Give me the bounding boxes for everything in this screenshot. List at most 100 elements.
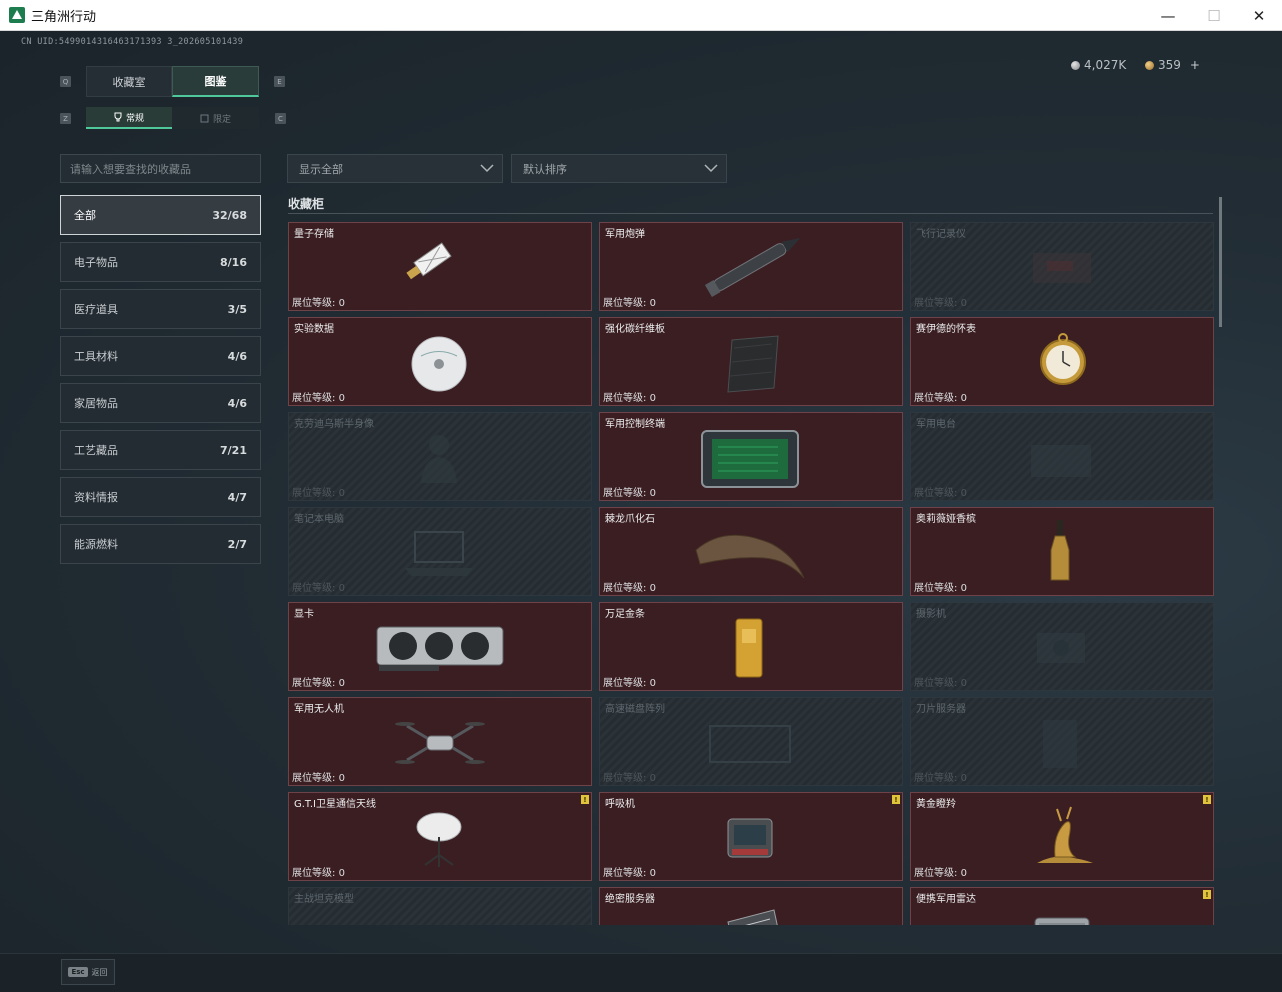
collection-grid: 量子存储 展位等级: 0 军用炮弹 展位等级: 0 飞行记录仪 展位等级: 0 实验数据 展位…	[288, 221, 1214, 925]
category-household[interactable]: 家居物品 4/6	[60, 383, 261, 423]
collection-card[interactable]: 刀片服务器展位等级: 0	[910, 697, 1214, 786]
item-name: 刀片服务器	[916, 704, 966, 715]
display-level: 展位等级: 0	[914, 864, 967, 879]
subtab-limited[interactable]: 限定	[172, 107, 259, 129]
collection-card[interactable]: 摄影机 展位等级: 0	[910, 602, 1214, 691]
display-level: 展位等级: 0	[914, 294, 967, 309]
collection-card[interactable]: 万足金条 展位等级: 0	[599, 602, 903, 691]
collection-card[interactable]: 军用无人机 展位等级: 0	[288, 697, 592, 786]
item-name: 量子存储	[294, 229, 334, 240]
collection-card[interactable]: 军用炮弹展位等级: 0	[599, 222, 903, 311]
minimize-icon[interactable]: —	[1145, 0, 1191, 31]
display-level: 展位等级: 0	[603, 294, 656, 309]
item-name: 军用炮弹	[605, 229, 645, 240]
subtab-normal[interactable]: 常规	[86, 107, 172, 129]
key-hint-c: C	[275, 113, 286, 124]
display-level: 展位等级: 0	[603, 769, 656, 784]
window-titlebar: 三角洲行动 — ☐ ✕	[0, 0, 1282, 31]
collection-card[interactable]: 笔记本电脑 展位等级: 0	[288, 507, 592, 596]
collection-card[interactable]: 量子存储 展位等级: 0	[288, 222, 592, 311]
item-name: 军用控制终端	[605, 419, 665, 430]
display-level: 展位等级: 0	[603, 864, 656, 879]
filter-show-dropdown[interactable]: 显示全部	[287, 154, 503, 183]
item-name: 便携军用雷达	[916, 894, 976, 905]
tab-collection-room[interactable]: 收藏室	[86, 66, 172, 97]
category-count: 4/6	[227, 396, 247, 410]
control-terminal-icon	[670, 417, 830, 495]
sort-dropdown[interactable]: 默认排序	[511, 154, 727, 183]
maximize-icon[interactable]: ☐	[1191, 0, 1237, 31]
category-medical[interactable]: 医疗道具 3/5	[60, 289, 261, 329]
collection-card[interactable]: 便携军用雷达展位等级: !	[910, 887, 1214, 925]
display-level-prefix: 展位等级:	[292, 488, 339, 499]
collection-card[interactable]: G.T.I卫星通信天线 展位等级: 0!	[288, 792, 592, 881]
item-name: 棘龙爪化石	[605, 514, 655, 525]
tab-catalog[interactable]: 图鉴	[172, 66, 259, 97]
key-hint-z: Z	[60, 113, 71, 124]
bottom-bar	[0, 953, 1282, 992]
display-level-prefix: 展位等级:	[292, 868, 339, 879]
disk-array-icon	[670, 702, 830, 780]
ventilator-icon	[670, 797, 830, 875]
item-name: 呼吸机	[605, 799, 635, 810]
display-level-prefix: 展位等级:	[292, 583, 339, 594]
category-crafts[interactable]: 工艺藏品 7/21	[60, 430, 261, 470]
close-icon[interactable]: ✕	[1236, 0, 1282, 31]
display-level-value: 0	[338, 298, 345, 309]
category-label: 电子物品	[74, 256, 118, 269]
collection-card[interactable]: 实验数据 展位等级: 0	[288, 317, 592, 406]
display-level-value: 0	[960, 393, 967, 404]
chevron-down-icon	[480, 164, 494, 173]
category-all[interactable]: 全部 32/68	[60, 195, 261, 235]
collection-card[interactable]: 奥莉薇娅香槟 展位等级: 0	[910, 507, 1214, 596]
display-level-value: 0	[960, 298, 967, 309]
category-tools[interactable]: 工具材料 4/6	[60, 336, 261, 376]
display-level-prefix: 展位等级:	[603, 298, 650, 309]
display-level-value: 0	[649, 868, 656, 879]
collection-card[interactable]: 绝密服务器展位等级:	[599, 887, 903, 925]
collection-card[interactable]: 飞行记录仪 展位等级: 0	[910, 222, 1214, 311]
currency-silver-value: 4,027K	[1084, 58, 1127, 72]
grid-scrollbar[interactable]	[1219, 197, 1222, 327]
category-fuel[interactable]: 能源燃料 2/7	[60, 524, 261, 564]
item-name: 主战坦克模型	[294, 894, 354, 905]
collection-card[interactable]: 显卡 展位等级: 0	[288, 602, 592, 691]
collection-card[interactable]: 军用电台 展位等级: 0	[910, 412, 1214, 501]
collection-card[interactable]: 赛伊德的怀表 展位等级: 0	[910, 317, 1214, 406]
category-count: 2/7	[227, 537, 247, 551]
collection-card[interactable]: 棘龙爪化石 展位等级: 0	[599, 507, 903, 596]
display-level-value: 0	[649, 488, 656, 499]
display-level-prefix: 展位等级:	[603, 868, 650, 879]
collection-card[interactable]: 强化碳纤维板 展位等级: 0	[599, 317, 903, 406]
collection-card[interactable]: 黄金瞪羚 展位等级: 0!	[910, 792, 1214, 881]
display-level-value: 0	[960, 583, 967, 594]
sort-label: 默认排序	[523, 162, 567, 176]
carbon-plate-icon	[670, 322, 830, 400]
display-level: 展位等级: 0	[914, 769, 967, 784]
add-currency-button[interactable]: +	[1190, 58, 1200, 72]
display-level-value: 0	[338, 393, 345, 404]
category-label: 工艺藏品	[74, 444, 118, 457]
collection-card[interactable]: 军用控制终端 展位等级: 0	[599, 412, 903, 501]
category-label: 资料情报	[74, 491, 118, 504]
display-level-prefix: 展位等级:	[292, 393, 339, 404]
display-level-value: 0	[338, 583, 345, 594]
category-intel[interactable]: 资料情报 4/7	[60, 477, 261, 517]
category-electronics[interactable]: 电子物品 8/16	[60, 242, 261, 282]
display-level: 展位等级: 0	[292, 674, 345, 689]
collection-card[interactable]: 呼吸机 展位等级: 0!	[599, 792, 903, 881]
display-level-prefix: 展位等级:	[914, 298, 961, 309]
flight-recorder-icon	[981, 227, 1141, 305]
search-input[interactable]: 请输入想要查找的收藏品	[60, 154, 261, 183]
gold-bar-icon	[670, 607, 830, 685]
display-level: 展位等级: 0	[914, 674, 967, 689]
display-level: 展位等级: 0	[603, 674, 656, 689]
back-button[interactable]: Esc 返回	[61, 959, 115, 985]
collection-card[interactable]: 克劳迪乌斯半身像 展位等级: 0	[288, 412, 592, 501]
display-level-value: 0	[338, 773, 345, 784]
artillery-shell-icon	[670, 227, 830, 305]
laptop-icon	[359, 512, 519, 590]
collection-card[interactable]: 主战坦克模型展位等级:	[288, 887, 592, 925]
collection-card[interactable]: 高速磁盘阵列 展位等级: 0	[599, 697, 903, 786]
display-level-prefix: 展位等级:	[914, 678, 961, 689]
